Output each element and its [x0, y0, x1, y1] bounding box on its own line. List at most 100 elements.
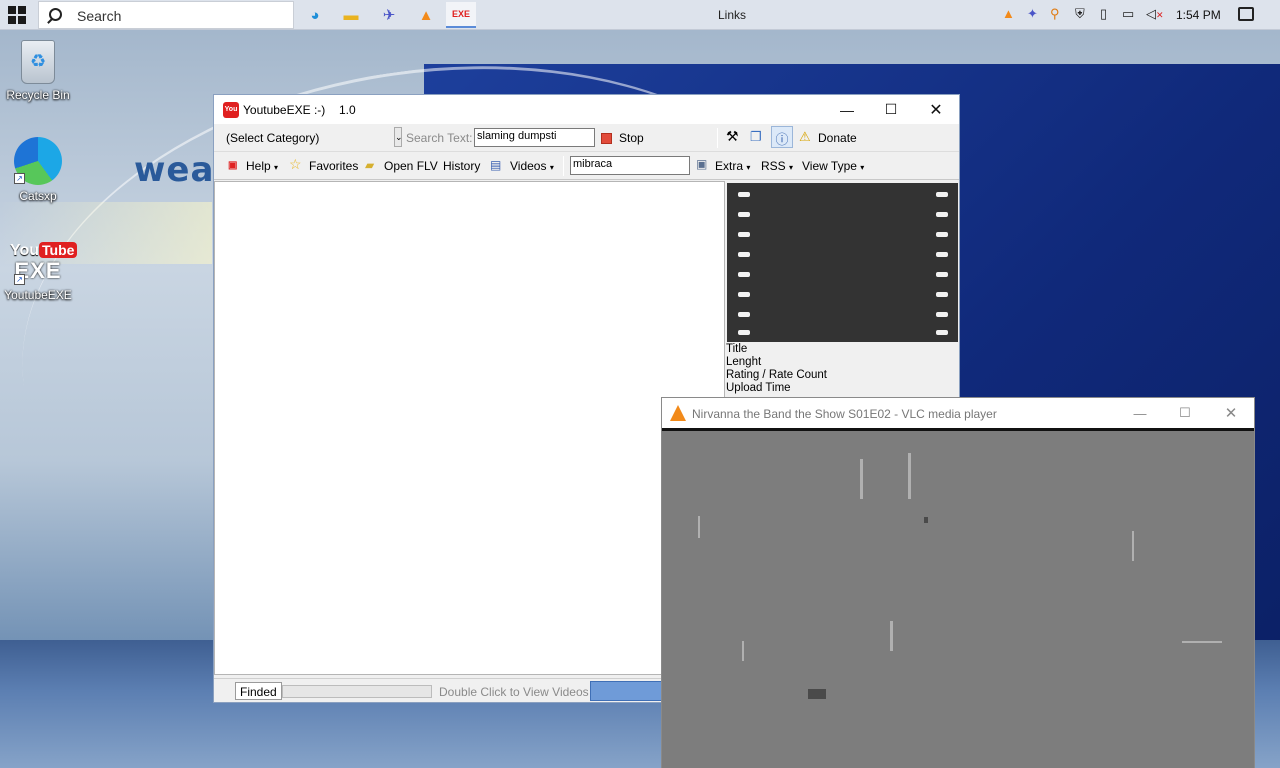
taskbar-feather-icon[interactable]: ✈ [374, 2, 404, 28]
minimize-button[interactable]: — [824, 95, 870, 124]
video-artifact [808, 689, 826, 699]
hammer-icon[interactable]: ⚒ [726, 128, 739, 145]
category-dropdown[interactable]: (Select Category) [226, 131, 319, 145]
film-perforation [936, 232, 948, 237]
film-perforation [936, 252, 948, 257]
view-type-menu[interactable]: View Type ▾ [802, 159, 864, 173]
window-icon[interactable]: ❐ [750, 129, 762, 145]
vlc-video-area[interactable] [662, 428, 1254, 768]
vlc-titlebar[interactable]: Nirvanna the Band the Show S01E02 - VLC … [662, 398, 1254, 428]
film-perforation [738, 292, 750, 297]
videos-menu-label: Videos [510, 159, 547, 173]
menu-toolbar: ▣ Help ▾ ☆ Favorites ▰ Open FLV History … [214, 152, 959, 180]
extra-menu-label: Extra [715, 159, 744, 173]
recycle-bin-icon [21, 40, 55, 84]
film-perforation [936, 212, 948, 217]
desktop-icon-label: Recycle Bin [6, 88, 70, 102]
status-blue-indicator [590, 681, 670, 701]
tray-search-icon[interactable]: ⚲ [1050, 6, 1060, 22]
youtubeexe-titlebar[interactable]: You YoutubeEXE :-) 1.0 — ☐ ✕ [214, 95, 959, 124]
status-progress-bar [282, 685, 432, 698]
info-title-label: Title [726, 343, 748, 355]
vlc-close-button[interactable]: ✕ [1208, 398, 1254, 428]
video-artifact [742, 641, 744, 661]
videos-icon: ▤ [490, 158, 502, 172]
desktop-icon-recycle-bin[interactable]: Recycle Bin [0, 40, 76, 102]
user-input[interactable]: mibraca [570, 156, 690, 175]
toolbar-separator [717, 128, 718, 148]
taskbar-search[interactable]: Search [38, 1, 294, 29]
youtube-app-icon: You [223, 102, 239, 118]
video-artifact [1132, 531, 1134, 561]
category-dropdown-arrow-icon[interactable]: ⌄ [394, 127, 403, 147]
open-folder-icon: ▰ [365, 158, 375, 172]
vlc-maximize-button[interactable]: ☐ [1162, 398, 1208, 428]
taskbar-edge-icon[interactable]: ◕ [300, 2, 330, 28]
film-perforation [738, 252, 750, 257]
window-version: 1.0 [339, 103, 356, 117]
help-menu-label: Help [246, 159, 271, 173]
start-button[interactable] [8, 6, 26, 24]
favorites-button[interactable]: Favorites [309, 159, 358, 173]
taskbar-search-placeholder: Search [77, 8, 122, 24]
taskbar-youtubeexe-icon[interactable]: EXE [446, 2, 476, 28]
taskbar-vlc-icon[interactable]: ▲ [411, 2, 441, 28]
tray-network-icon[interactable]: ▭ [1122, 6, 1134, 22]
search-text-label: Search Text: [406, 131, 473, 145]
film-perforation [738, 192, 750, 197]
open-flv-button[interactable]: Open FLV [384, 159, 438, 173]
desktop-icon-label: Catsxp [19, 189, 57, 203]
maximize-button[interactable]: ☐ [868, 95, 914, 124]
search-text-input[interactable]: slaming dumpsti [474, 128, 595, 147]
tray-usb-icon[interactable]: ▯ [1100, 6, 1107, 22]
tray-vlc-icon[interactable]: ▲ [1002, 6, 1015, 21]
status-finded: Finded [235, 682, 282, 700]
video-artifact [860, 459, 863, 499]
video-thumbnail[interactable] [727, 183, 958, 342]
taskbar-links-toolbar[interactable]: Links [718, 8, 746, 22]
rss-menu-label: RSS [761, 159, 786, 173]
taskbar-explorer-icon[interactable]: ▬ [336, 2, 366, 28]
desktop-icon-youtubeexe[interactable]: You Tube EXE ↗ YoutubeEXE [0, 240, 78, 302]
info-length-label: Lenght [726, 356, 762, 368]
vlc-window-title: Nirvanna the Band the Show S01E02 - VLC … [692, 407, 997, 421]
info-toggle-icon[interactable]: ⓘ [771, 126, 793, 148]
toolbar-separator [563, 156, 564, 176]
film-perforation [738, 312, 750, 317]
videos-menu[interactable]: Videos ▾ [510, 159, 554, 173]
film-perforation [738, 272, 750, 277]
youtube-help-icon: ▣ [228, 160, 238, 171]
taskbar-clock[interactable]: 1:54 PM [1176, 8, 1221, 22]
tray-volume-muted-icon[interactable]: ◁✕ [1146, 6, 1164, 22]
video-artifact [924, 517, 928, 523]
vlc-cone-icon [670, 405, 686, 421]
desktop-icon-catsxp[interactable]: ↗ Catsxp [0, 137, 76, 203]
notification-center-icon[interactable] [1238, 7, 1254, 21]
shortcut-arrow-icon: ↗ [14, 173, 25, 184]
stop-icon [601, 133, 612, 144]
film-perforation [936, 330, 948, 335]
tray-shield-icon[interactable]: ⛨ [1075, 6, 1085, 22]
close-button[interactable]: ✕ [913, 95, 959, 124]
extra-menu[interactable]: Extra ▾ [715, 159, 750, 173]
help-menu[interactable]: Help ▾ [246, 159, 278, 173]
desktop-icon-label: YoutubeEXE [4, 288, 72, 302]
info-upload-label: Upload Time [726, 382, 791, 394]
vlc-minimize-button[interactable]: — [1117, 398, 1163, 428]
video-artifact [698, 516, 700, 538]
user-icon: ▣ [696, 157, 708, 171]
history-button[interactable]: History [443, 159, 480, 173]
film-perforation [738, 232, 750, 237]
film-perforation [936, 272, 948, 277]
film-perforation [738, 212, 750, 217]
donate-button[interactable]: Donate [818, 131, 857, 145]
rss-menu[interactable]: RSS ▾ [761, 159, 793, 173]
film-perforation [936, 192, 948, 197]
shortcut-arrow-icon: ↗ [14, 274, 25, 285]
video-results-list[interactable] [214, 181, 725, 675]
vlc-window: Nirvanna the Band the Show S01E02 - VLC … [661, 397, 1255, 768]
stop-button[interactable]: Stop [619, 131, 644, 145]
info-rating-label: Rating / Rate Count [726, 369, 828, 381]
tray-feather-icon[interactable]: ✦ [1027, 6, 1038, 22]
film-perforation [936, 312, 948, 317]
